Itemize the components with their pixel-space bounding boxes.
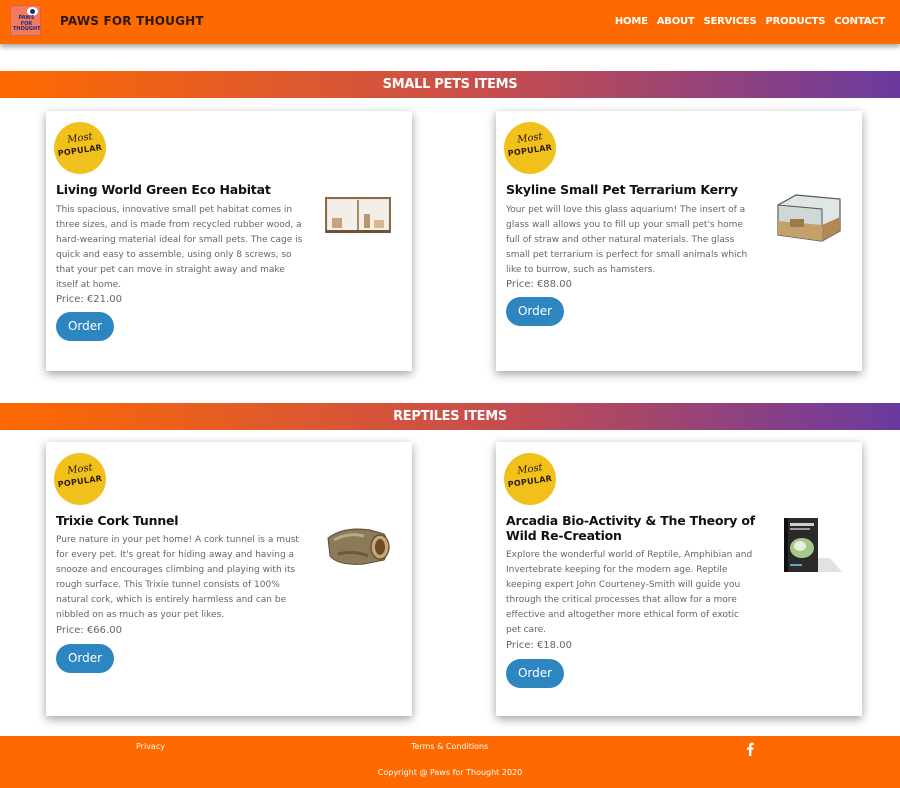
cork-tunnel-product-image (327, 528, 390, 565)
product-description: This spacious, innovative small pet habi… (56, 205, 303, 290)
product-title: Skyline Small Pet Terrarium Kerry (506, 182, 738, 197)
product-title: Arcadia Bio-Activity & The Theory of Wil… (506, 513, 756, 543)
product-price: Price: €21.00 (56, 294, 122, 305)
product-card: Most POPULAR Arcadia Bio-Activity & The … (496, 442, 862, 716)
most-popular-badge: Most POPULAR (54, 453, 106, 505)
section-banner-reptiles: REPTILES ITEMS (0, 403, 900, 430)
most-popular-badge: Most POPULAR (504, 122, 556, 174)
brand-name: PAWS FOR THOUGHT (60, 14, 204, 28)
product-price: Price: €88.00 (506, 279, 572, 290)
logo-text: PAWS FOR THOUGHT (13, 15, 41, 32)
terrarium-product-image (777, 194, 841, 242)
facebook-icon[interactable] (745, 742, 755, 756)
nav-item-contact[interactable]: CONTACT (834, 16, 885, 27)
product-description: Pure nature in your pet home! A cork tun… (56, 535, 299, 620)
most-popular-badge: Most POPULAR (54, 122, 106, 174)
order-button[interactable]: Order (56, 644, 114, 673)
product-title: Living World Green Eco Habitat (56, 182, 271, 197)
product-card: Most POPULAR Trixie Cork Tunnel Pure nat… (46, 442, 412, 716)
product-card: Most POPULAR Skyline Small Pet Terrarium… (496, 111, 862, 371)
section-banner-small-pets: SMALL PETS ITEMS (0, 71, 900, 98)
most-popular-badge: Most POPULAR (504, 453, 556, 505)
product-price: Price: €18.00 (506, 640, 572, 651)
product-price: Price: €66.00 (56, 625, 122, 636)
nav-item-home[interactable]: HOME (615, 16, 648, 27)
habitat-product-image (325, 197, 391, 233)
nav-item-products[interactable]: PRODUCTS (766, 16, 826, 27)
nav-item-about[interactable]: ABOUT (657, 16, 695, 27)
copyright-text: Copyright @ Paws for Thought 2020 (377, 768, 523, 777)
footer: Privacy Terms & Conditions Copyright @ P… (0, 736, 900, 788)
footer-link-terms[interactable]: Terms & Conditions (411, 742, 488, 751)
order-button[interactable]: Order (56, 312, 114, 341)
product-title: Trixie Cork Tunnel (56, 513, 179, 528)
footer-link-privacy[interactable]: Privacy (136, 742, 165, 751)
product-description: Explore the wonderful world of Reptile, … (506, 550, 753, 635)
order-button[interactable]: Order (506, 297, 564, 326)
product-description: Your pet will love this glass aquarium! … (506, 205, 748, 275)
order-button[interactable]: Order (506, 659, 564, 688)
navbar: PAWS FOR THOUGHT PAWS FOR THOUGHT HOME A… (0, 0, 900, 44)
nav-item-services[interactable]: SERVICES (704, 16, 757, 27)
logo[interactable]: PAWS FOR THOUGHT (10, 5, 41, 36)
product-card: Most POPULAR Living World Green Eco Habi… (46, 111, 412, 371)
book-product-image (784, 518, 842, 572)
nav-menu: HOME ABOUT SERVICES PRODUCTS CONTACT (615, 16, 885, 27)
